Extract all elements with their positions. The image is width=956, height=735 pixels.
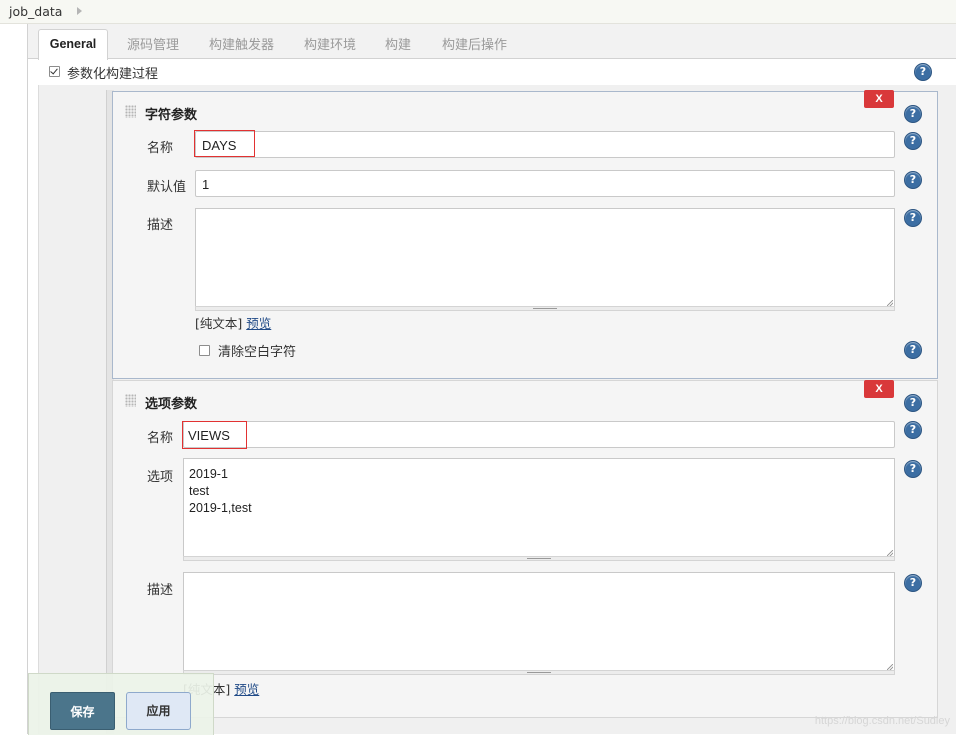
tab-post-build[interactable]: 构建后操作	[442, 34, 507, 53]
string-param-desc-textarea[interactable]	[195, 208, 895, 308]
config-tab-bar: 源码管理 构建触发器 构建环境 构建 构建后操作	[28, 24, 956, 59]
choice-param-choices-textarea[interactable]: 2019-1 test 2019-1,test	[183, 458, 895, 558]
help-icon[interactable]: ?	[904, 421, 922, 439]
help-icon[interactable]: ?	[904, 574, 922, 592]
tab-scm[interactable]: 源码管理	[127, 34, 179, 53]
choice-param-preview-link[interactable]: 预览	[234, 682, 259, 697]
breadcrumb-arrow-icon[interactable]	[77, 7, 82, 15]
tab-build-env[interactable]: 构建环境	[304, 34, 356, 53]
textarea-resize-handle[interactable]	[183, 556, 895, 561]
param-build-label: 参数化构建过程	[67, 63, 158, 82]
delete-string-param-button[interactable]: X	[864, 90, 894, 108]
watermark: https://blog.csdn.net/Sudley	[815, 715, 950, 727]
string-param-format: [纯文本] 预览	[195, 313, 271, 332]
choice-param-choices-label: 选项	[147, 466, 173, 485]
drag-handle-icon[interactable]	[125, 394, 136, 407]
choice-param-name-label: 名称	[147, 427, 173, 446]
string-param-name-label: 名称	[147, 137, 173, 156]
drag-handle-icon[interactable]	[125, 105, 136, 118]
help-icon[interactable]: ?	[904, 460, 922, 478]
string-param-default-label: 默认值	[147, 176, 186, 195]
string-param-desc-label: 描述	[147, 214, 173, 233]
format-prefix: [纯文本]	[195, 316, 242, 331]
choice-param-desc-textarea[interactable]	[183, 572, 895, 672]
string-param-default-input[interactable]: 1	[195, 170, 895, 197]
string-param-name-input[interactable]: DAYS	[195, 131, 895, 158]
name-highlight-box	[194, 130, 255, 157]
help-icon[interactable]: ?	[904, 341, 922, 359]
string-param-title: 字符参数	[145, 104, 197, 123]
trim-label: 清除空白字符	[218, 341, 296, 360]
textarea-resize-handle[interactable]	[195, 306, 895, 311]
help-icon[interactable]: ?	[904, 132, 922, 150]
tab-triggers[interactable]: 构建触发器	[209, 34, 274, 53]
help-icon[interactable]: ?	[904, 171, 922, 189]
textarea-resize-handle[interactable]	[183, 670, 895, 675]
tab-build[interactable]: 构建	[385, 34, 411, 53]
string-param-preview-link[interactable]: 预览	[246, 316, 271, 331]
param-build-checkbox[interactable]	[49, 66, 60, 77]
name-highlight-box	[182, 421, 247, 449]
breadcrumb-job-link[interactable]: job_data	[9, 4, 62, 19]
trim-checkbox[interactable]	[199, 345, 210, 356]
choice-param-title: 选项参数	[145, 393, 197, 412]
breadcrumb	[0, 0, 956, 24]
apply-button[interactable]: 应用	[126, 692, 191, 730]
choice-param-desc-label: 描述	[147, 579, 173, 598]
save-button[interactable]: 保存	[50, 692, 115, 730]
delete-choice-param-button[interactable]: X	[864, 380, 894, 398]
help-icon[interactable]: ?	[904, 209, 922, 227]
help-icon[interactable]: ?	[904, 105, 922, 123]
help-icon[interactable]: ?	[914, 63, 932, 81]
tab-general[interactable]: General	[38, 29, 108, 60]
string-param-default-value: 1	[202, 177, 209, 192]
choice-param-name-input[interactable]: VIEWS	[183, 421, 895, 448]
help-icon[interactable]: ?	[904, 394, 922, 412]
